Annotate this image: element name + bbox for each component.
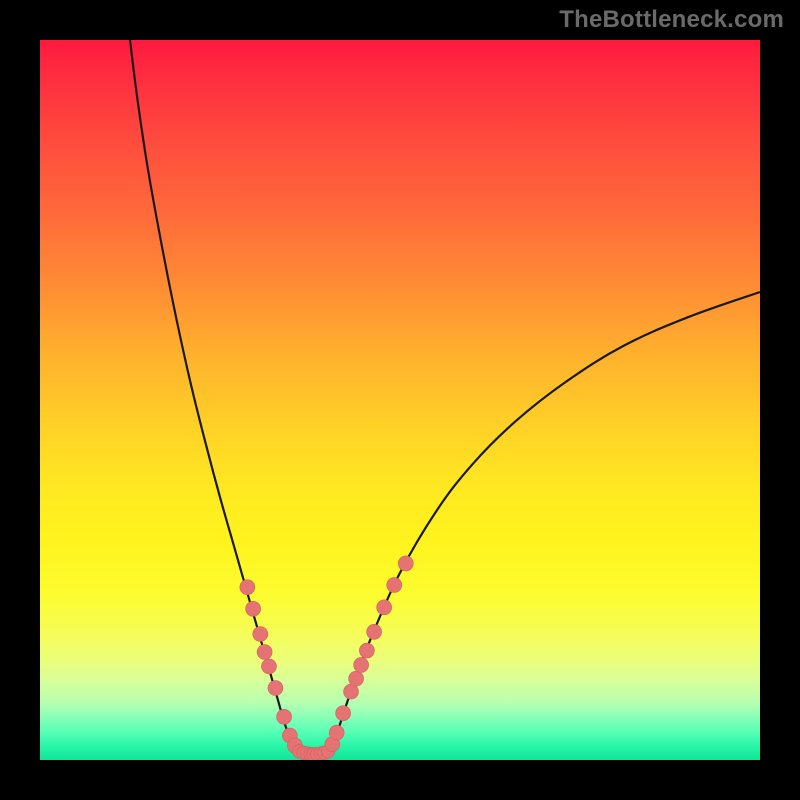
curve-left: [130, 40, 299, 753]
data-marker: [253, 627, 268, 642]
data-marker: [349, 671, 364, 686]
data-marker: [257, 645, 272, 660]
data-marker: [268, 681, 283, 696]
plot-area: [40, 40, 760, 760]
chart-frame: TheBottleneck.com: [0, 0, 800, 800]
data-marker: [377, 600, 392, 615]
data-marker: [398, 556, 413, 571]
data-marker: [277, 709, 292, 724]
data-marker: [359, 643, 374, 658]
data-marker: [246, 601, 261, 616]
data-marker: [367, 624, 382, 639]
data-marker: [329, 725, 344, 740]
data-marker: [261, 659, 276, 674]
data-marker: [354, 657, 369, 672]
data-marker: [336, 706, 351, 721]
watermark-text: TheBottleneck.com: [559, 6, 784, 34]
chart-svg: [40, 40, 760, 760]
curve-right: [328, 292, 760, 753]
marker-group: [240, 556, 413, 760]
data-marker: [240, 580, 255, 595]
data-marker: [387, 578, 402, 593]
